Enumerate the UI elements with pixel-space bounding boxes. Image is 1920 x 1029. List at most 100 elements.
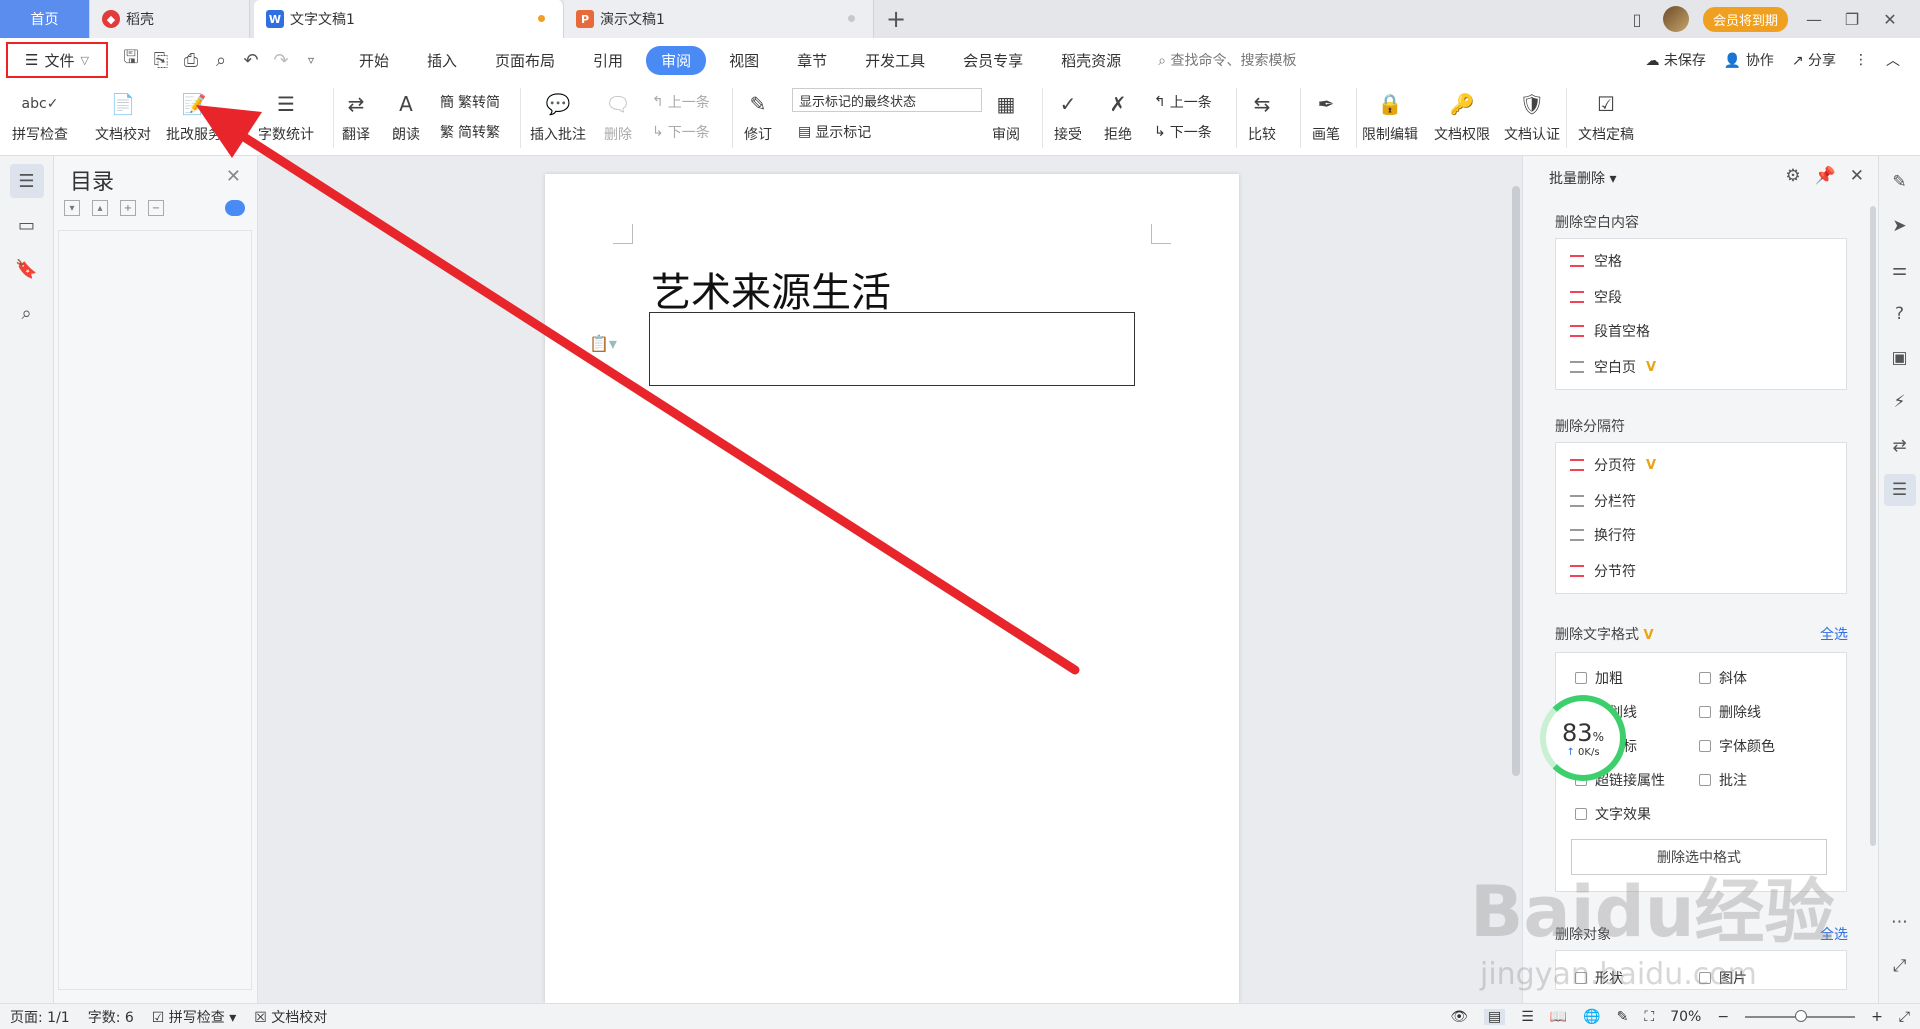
file-menu-button[interactable]: ☰ 文件 ▽ bbox=[6, 42, 108, 78]
batch-delete-header[interactable]: 批量删除 ▾ bbox=[1549, 168, 1616, 188]
pointer-icon[interactable]: ➤ bbox=[1884, 210, 1916, 242]
bookmark-icon[interactable]: 🔖 bbox=[10, 252, 44, 286]
simp-to-trad-button[interactable]: 繁简转繁 bbox=[440, 122, 500, 142]
italic-checkbox[interactable]: 斜体 bbox=[1699, 668, 1747, 688]
delete-line-break-button[interactable]: 换行符 bbox=[1570, 525, 1636, 545]
revise-service-button[interactable]: 📝 批改服务 bbox=[166, 88, 222, 144]
redo-icon[interactable]: ↷ bbox=[270, 50, 292, 71]
tab-review[interactable]: 审阅 bbox=[646, 45, 707, 75]
pin-icon[interactable]: 📌 bbox=[1815, 166, 1836, 186]
delete-section-break-button[interactable]: 分节符 bbox=[1570, 561, 1636, 581]
document-page[interactable]: 📋▾ 艺术来源生活 bbox=[545, 174, 1239, 1003]
eye-icon[interactable]: 👁 bbox=[1450, 1009, 1468, 1025]
sliders-icon[interactable]: ⚌ bbox=[1884, 254, 1916, 286]
pen-button[interactable]: ✒ 画笔 bbox=[1310, 88, 1342, 144]
smart-toc-icon[interactable] bbox=[225, 200, 245, 216]
markup-state-select[interactable]: 显示标记的最终状态 bbox=[792, 88, 982, 112]
share-button[interactable]: ↗ 分享 bbox=[1792, 50, 1836, 70]
tab-chapter[interactable]: 章节 bbox=[782, 46, 842, 75]
delete-leading-space-button[interactable]: 段首空格 bbox=[1570, 321, 1650, 341]
accept-button[interactable]: ✓ 接受 bbox=[1052, 88, 1084, 144]
command-search[interactable]: ⌕ 查找命令、搜索模板 bbox=[1158, 50, 1296, 70]
export-icon[interactable]: ⎘ bbox=[150, 50, 172, 71]
expand-icon[interactable]: ⤢ bbox=[1899, 1009, 1910, 1025]
read-aloud-button[interactable]: A 朗读 bbox=[390, 88, 422, 144]
compare-button[interactable]: ⇆ 比较 bbox=[1246, 88, 1278, 144]
chapter-nav-icon[interactable]: ▭ bbox=[10, 208, 44, 242]
font-color-checkbox[interactable]: 字体颜色 bbox=[1699, 736, 1775, 756]
zoom-level[interactable]: 70% bbox=[1670, 1009, 1701, 1025]
search-icon[interactable]: ⌕ bbox=[10, 296, 44, 330]
reading-view-icon[interactable]: 📖 bbox=[1550, 1009, 1567, 1025]
tab-home[interactable]: 首页 bbox=[0, 0, 90, 38]
zoom-in-button[interactable]: + bbox=[1871, 1009, 1883, 1025]
prev-change-button[interactable]: ↰ 上一条 bbox=[1154, 92, 1212, 112]
web-view-icon[interactable]: 🌐 bbox=[1583, 1009, 1600, 1025]
doc-proof-button[interactable]: 📄 文档校对 bbox=[95, 88, 151, 144]
print-icon[interactable]: ⎙ bbox=[180, 50, 202, 71]
panel-scrollbar[interactable] bbox=[1870, 206, 1876, 846]
document-canvas[interactable]: 📋▾ 艺术来源生活 bbox=[258, 156, 1522, 1003]
tab-presentation[interactable]: P 演示文稿1 bbox=[564, 0, 874, 38]
show-markup-button[interactable]: ▤ 显示标记 bbox=[798, 122, 871, 142]
tab-daoke[interactable]: ◆ 稻壳 bbox=[90, 0, 250, 38]
gear-icon[interactable]: ⚙ bbox=[1785, 166, 1800, 186]
tab-developer[interactable]: 开发工具 bbox=[850, 46, 940, 75]
pen-tool-icon[interactable]: ✎ bbox=[1884, 166, 1916, 198]
doc-finalize-button[interactable]: ☑ 文档定稿 bbox=[1578, 88, 1634, 144]
comment-checkbox[interactable]: 批注 bbox=[1699, 770, 1747, 790]
tab-view[interactable]: 视图 bbox=[714, 46, 774, 75]
document-title[interactable]: 艺术来源生活 bbox=[651, 260, 891, 318]
delete-column-break-button[interactable]: 分栏符 bbox=[1570, 491, 1636, 511]
tab-daoke-resources[interactable]: 稻壳资源 bbox=[1046, 46, 1136, 75]
more-icon[interactable]: ⋮ bbox=[1854, 52, 1868, 68]
delete-blank-page-button[interactable]: 空白页 V bbox=[1570, 357, 1656, 377]
paste-options-icon[interactable]: 📋▾ bbox=[589, 334, 617, 353]
review-pane-button[interactable]: ▦ 审阅 bbox=[990, 88, 1022, 144]
insert-comment-button[interactable]: 💬 插入批注 bbox=[530, 88, 586, 144]
spellcheck-button[interactable]: abc✓ 拼写检查 bbox=[12, 88, 68, 144]
print-preview-icon[interactable]: ⌕ bbox=[210, 50, 232, 71]
delete-space-button[interactable]: 空格 bbox=[1570, 251, 1622, 271]
reject-button[interactable]: ✗ 拒绝 bbox=[1102, 88, 1134, 144]
close-dot-icon[interactable] bbox=[848, 15, 855, 22]
scroll-thumb[interactable] bbox=[1512, 186, 1520, 776]
status-doc-proof-button[interactable]: ☒ 文档校对 bbox=[254, 1007, 327, 1027]
doc-permission-button[interactable]: 🔑 文档权限 bbox=[1434, 88, 1490, 144]
collab-button[interactable]: 👤 协作 bbox=[1724, 50, 1774, 70]
collapse-ribbon-icon[interactable]: ︿ bbox=[1886, 50, 1900, 70]
add-heading-icon[interactable]: + bbox=[120, 200, 136, 216]
toc-list[interactable] bbox=[58, 230, 252, 990]
delete-page-break-button[interactable]: 分页符 V bbox=[1570, 455, 1656, 475]
close-icon[interactable]: ✕ bbox=[226, 166, 241, 187]
zoom-slider[interactable] bbox=[1745, 1010, 1856, 1022]
restrict-edit-button[interactable]: 🔒 限制编辑 bbox=[1362, 88, 1418, 144]
restore-button[interactable]: ❐ bbox=[1840, 10, 1864, 29]
translate-button[interactable]: ⇄ 翻译 bbox=[340, 88, 372, 144]
remove-heading-icon[interactable]: − bbox=[148, 200, 164, 216]
tab-start[interactable]: 开始 bbox=[344, 46, 404, 75]
select-all-format-link[interactable]: 全选 bbox=[1820, 624, 1848, 644]
text-effect-checkbox[interactable]: 文字效果 bbox=[1575, 804, 1651, 824]
save-icon[interactable]: 🖫 bbox=[120, 45, 142, 75]
tab-document[interactable]: W 文字文稿1 bbox=[254, 0, 564, 38]
tab-references[interactable]: 引用 bbox=[578, 46, 638, 75]
expand-icon[interactable]: ▾ bbox=[64, 200, 80, 216]
layout-icon[interactable]: ▯ bbox=[1625, 10, 1649, 29]
text-box[interactable] bbox=[649, 312, 1135, 386]
fit-page-icon[interactable]: ⛶ bbox=[1644, 1009, 1654, 1025]
delete-empty-paragraph-button[interactable]: 空段 bbox=[1570, 287, 1622, 307]
page-view-icon[interactable]: ▤ bbox=[1483, 1009, 1506, 1025]
minimize-button[interactable]: — bbox=[1802, 10, 1826, 29]
next-change-button[interactable]: ↳ 下一条 bbox=[1154, 122, 1212, 142]
delete-comment-button[interactable]: 🗨 删除 bbox=[602, 88, 634, 144]
word-count-indicator[interactable]: 字数: 6 bbox=[88, 1007, 134, 1027]
zoom-out-button[interactable]: − bbox=[1717, 1009, 1729, 1025]
help-icon[interactable]: ? bbox=[1884, 298, 1916, 330]
vip-badge[interactable]: 会员将到期 bbox=[1702, 6, 1788, 32]
fullscreen-icon[interactable]: ⤢ bbox=[1884, 950, 1916, 982]
zoom-slider-knob[interactable] bbox=[1795, 1010, 1808, 1022]
close-window-button[interactable]: ✕ bbox=[1878, 10, 1902, 29]
revision-button[interactable]: ✎ 修订 bbox=[742, 88, 774, 144]
image-settings-icon[interactable]: ▣ bbox=[1884, 342, 1916, 374]
